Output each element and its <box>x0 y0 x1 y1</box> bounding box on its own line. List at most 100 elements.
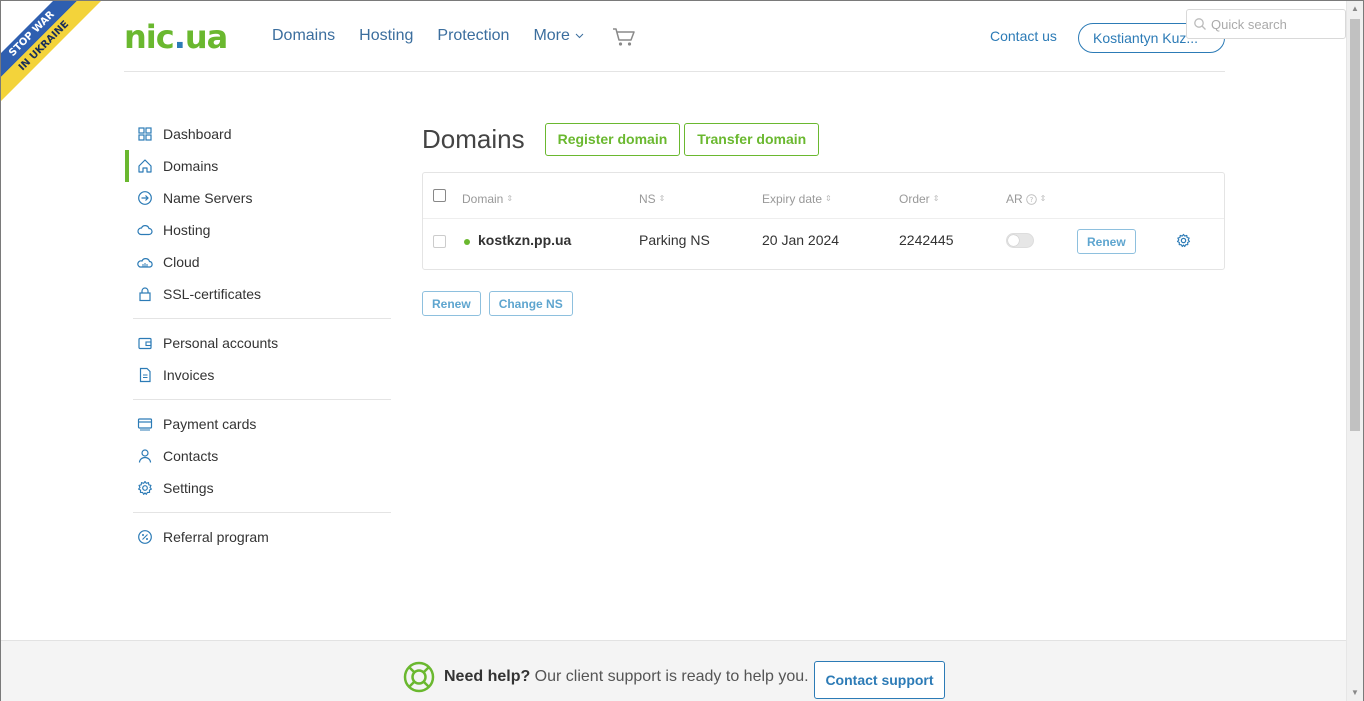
wallet-icon <box>138 337 152 350</box>
page-title: Domains <box>422 123 525 154</box>
sort-icon: ⇕ <box>825 194 832 203</box>
sidebar-item-label: SSL-certificates <box>163 286 262 302</box>
scroll-down-arrow[interactable]: ▼ <box>1347 685 1363 701</box>
quick-search-input[interactable] <box>1211 16 1341 32</box>
nav-more[interactable]: More <box>533 27 584 45</box>
main-content: Domains Register domain Transfer domain … <box>422 119 1225 316</box>
scroll-thumb[interactable] <box>1350 19 1360 431</box>
status-dot <box>464 239 470 245</box>
lock-icon <box>139 287 151 302</box>
sidebar-item-label: Name Servers <box>163 190 253 206</box>
nic-ua-logo[interactable]: nic.ua <box>124 18 228 56</box>
sidebar-item-label: Personal accounts <box>163 335 279 351</box>
register-domain-button[interactable]: Register domain <box>544 122 681 156</box>
bulk-actions: Renew Change NS <box>422 291 1225 316</box>
sidebar-divider <box>133 318 391 319</box>
transfer-domain-button[interactable]: Transfer domain <box>684 122 820 156</box>
sidebar-item-hosting[interactable]: Hosting <box>125 214 391 246</box>
help-message: Our client support is ready to help you. <box>530 668 809 685</box>
nav-more-label: More <box>533 27 570 44</box>
home-icon <box>138 159 152 173</box>
sidebar-item-label: Contacts <box>163 448 219 464</box>
sort-icon: ⇕ <box>506 194 514 203</box>
column-header-ns[interactable]: NS ⇕ <box>639 192 665 206</box>
sidebar-item-label: Cloud <box>163 254 200 270</box>
help-bold: Need help? <box>444 668 531 685</box>
nav-hosting[interactable]: Hosting <box>359 27 413 45</box>
cloud-icon <box>137 225 153 236</box>
document-icon <box>139 367 151 383</box>
sidebar-item-contacts[interactable]: Contacts <box>125 440 391 472</box>
lifebuoy-icon <box>403 661 435 693</box>
quick-search-box[interactable] <box>1186 9 1346 39</box>
header-divider <box>423 218 1224 219</box>
column-header-ar[interactable]: AR ? ⇕ <box>1006 192 1046 206</box>
nav-protection[interactable]: Protection <box>437 27 509 45</box>
select-all-checkbox[interactable] <box>433 189 446 202</box>
dashboard-icon <box>138 127 152 141</box>
card-icon <box>137 418 153 431</box>
user-icon <box>138 449 152 463</box>
header: nic.ua Domains Hosting Protection More C… <box>124 1 1225 72</box>
nav-domains[interactable]: Domains <box>272 27 335 45</box>
sidebar-item-name-servers[interactable]: Name Servers <box>125 182 391 214</box>
sidebar-item-ssl[interactable]: SSL-certificates <box>125 278 391 310</box>
column-label: Order <box>899 192 930 206</box>
sidebar-item-label: Domains <box>163 158 219 174</box>
stop-war-ribbon[interactable]: STOP WAR IN UKRAINE <box>1 1 101 101</box>
sidebar-item-settings[interactable]: Settings <box>125 472 391 504</box>
sidebar-item-label: Settings <box>163 480 214 496</box>
sidebar-item-dashboard[interactable]: Dashboard <box>125 118 391 150</box>
sidebar-item-label: Payment cards <box>163 416 257 432</box>
sidebar-item-domains[interactable]: Domains <box>125 150 391 182</box>
auto-renew-toggle[interactable] <box>1006 233 1034 248</box>
title-row: Domains Register domain Transfer domain <box>422 119 1225 159</box>
sidebar-item-label: Hosting <box>163 222 211 238</box>
sort-icon: ⇕ <box>658 194 666 203</box>
sidebar-item-payment-cards[interactable]: Payment cards <box>125 408 391 440</box>
logo-tld: ua <box>184 18 228 56</box>
gear-icon <box>138 480 152 495</box>
logo-dot: . <box>173 18 186 56</box>
sidebar-divider <box>133 399 391 400</box>
arrow-circle-icon <box>138 191 152 205</box>
column-label: AR <box>1006 192 1023 206</box>
bulk-renew-button[interactable]: Renew <box>422 291 481 316</box>
sidebar: Dashboard Domains Name Servers Hosting C… <box>125 118 391 553</box>
column-label: Domain <box>462 192 504 206</box>
contact-support-button[interactable]: Contact support <box>814 661 945 699</box>
sidebar-item-cloud[interactable]: Cloud <box>125 246 391 278</box>
order-cell: 2242445 <box>899 232 954 248</box>
sidebar-item-invoices[interactable]: Invoices <box>125 359 391 391</box>
cart-icon[interactable] <box>612 27 636 47</box>
scroll-up-arrow[interactable]: ▲ <box>1347 1 1363 17</box>
cloud-server-icon <box>137 258 153 268</box>
sort-icon: ⇕ <box>932 194 940 203</box>
help-text: Need help? Our client support is ready t… <box>444 668 809 686</box>
bulk-change-ns-button[interactable]: Change NS <box>488 291 573 316</box>
logo-main: nic <box>124 18 175 56</box>
sidebar-item-label: Dashboard <box>163 126 232 142</box>
help-icon[interactable]: ? <box>1025 193 1037 205</box>
row-checkbox[interactable] <box>433 235 446 248</box>
domains-table: Domain ⇕ NS ⇕ Expiry date ⇕ Order ⇕ AR ? ⇕ k… <box>422 172 1225 270</box>
contact-us-link[interactable]: Contact us <box>990 28 1057 44</box>
sidebar-item-referral[interactable]: Referral program <box>125 521 391 553</box>
vertical-scrollbar[interactable]: ▲ ▼ <box>1346 1 1363 701</box>
domain-name-link[interactable]: kostkzn.pp.ua <box>478 232 571 248</box>
column-header-order[interactable]: Order ⇕ <box>899 192 939 206</box>
renew-button[interactable]: Renew <box>1077 229 1136 254</box>
column-header-domain[interactable]: Domain ⇕ <box>462 192 513 206</box>
main-nav: Domains Hosting Protection More <box>272 27 584 45</box>
sidebar-item-label: Invoices <box>163 367 215 383</box>
sort-icon: ⇕ <box>1039 194 1047 203</box>
chevron-down-icon <box>575 33 584 39</box>
sidebar-item-label: Referral program <box>163 529 269 545</box>
ns-cell: Parking NS <box>639 232 710 248</box>
gear-icon[interactable] <box>1176 233 1191 248</box>
column-header-expiry[interactable]: Expiry date ⇕ <box>762 192 832 206</box>
column-label: Expiry date <box>762 192 823 206</box>
search-icon <box>1194 18 1206 30</box>
help-footer: Need help? Our client support is ready t… <box>1 640 1347 701</box>
sidebar-item-personal-accounts[interactable]: Personal accounts <box>125 327 391 359</box>
